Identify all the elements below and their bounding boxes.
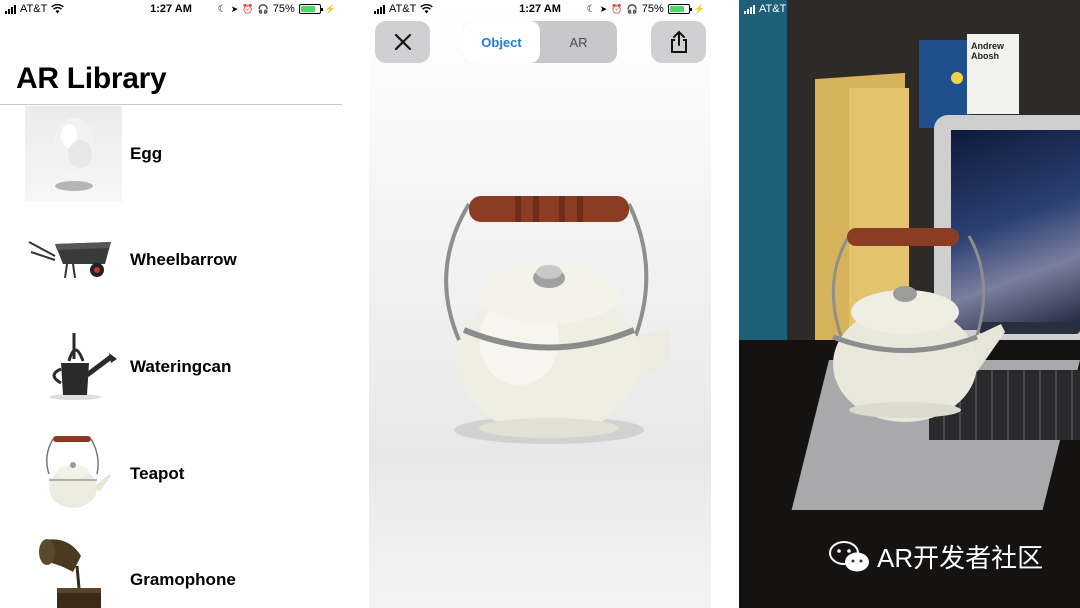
list-item-label: Wheelbarrow (130, 250, 237, 269)
list-item-label: Teapot (130, 464, 185, 483)
list-item-gramophone[interactable]: Gramophone (0, 532, 342, 608)
charging-icon: ⚡ (693, 3, 705, 14)
alarm-icon: ⏰ (242, 3, 254, 14)
wheelbarrow-thumbnail (25, 212, 122, 308)
list-item-egg[interactable]: Egg (0, 106, 342, 202)
view-mode-segmented-control: Object AR (463, 21, 617, 63)
battery-percent: 75% (272, 3, 295, 15)
watering-can-thumbnail (25, 319, 122, 415)
alarm-icon: ⏰ (611, 3, 623, 14)
battery-icon (298, 4, 323, 14)
panel-gap (711, 0, 739, 608)
list-item-teapot[interactable]: Teapot (0, 426, 342, 522)
battery-icon (667, 4, 692, 14)
headphones-icon: 🎧 (257, 3, 269, 14)
status-bar: AT&T 1:27 AM ☾ ➤ ⏰ 🎧 75% ⚡ (369, 0, 711, 20)
moon-icon: ☾ (586, 3, 596, 15)
teapot-ar-model[interactable] (819, 222, 1009, 432)
object-viewer-screen: AT&T 1:27 AM ☾ ➤ ⏰ 🎧 75% ⚡ Object AR (369, 0, 711, 608)
signal-icon (744, 4, 755, 14)
list-item-wateringcan[interactable]: Wateringcan (0, 319, 342, 415)
close-icon (394, 33, 411, 51)
status-bar: AT&T 1:27 AM ☾ ➤ ⏰ 🎧 75% ⚡ (0, 0, 342, 20)
location-icon: ➤ (230, 3, 239, 14)
moon-icon: ☾ (217, 3, 227, 15)
teapot-thumbnail (25, 426, 122, 522)
location-icon: ➤ (599, 3, 608, 14)
gramophone-thumbnail (25, 532, 122, 608)
list-item-wheelbarrow[interactable]: Wheelbarrow (0, 212, 342, 308)
tab-ar[interactable]: AR (540, 21, 617, 63)
ar-camera-view[interactable]: Andrew Abosh AR开发者社区 AT&T (739, 0, 1080, 608)
business-card-name: Andrew Abosh (971, 41, 1005, 61)
share-button[interactable] (651, 21, 706, 63)
wechat-icon (829, 540, 869, 571)
headphones-icon: 🎧 (626, 3, 638, 14)
watermark-text: AR开发者社区 (877, 543, 1044, 573)
list-item-label: Egg (130, 144, 163, 163)
list-item-label: Wateringcan (130, 357, 232, 376)
pushpin (951, 72, 963, 84)
header-divider (0, 104, 342, 105)
close-button[interactable] (375, 21, 430, 63)
teapot-3d-model[interactable] (429, 190, 669, 450)
blue-wall (739, 0, 787, 340)
panel-gap (342, 0, 369, 608)
egg-thumbnail (25, 106, 122, 202)
business-card: Andrew Abosh (967, 34, 1019, 114)
list-item-label: Gramophone (130, 570, 236, 589)
charging-icon: ⚡ (324, 3, 336, 14)
share-icon (670, 30, 687, 53)
ar-library-screen: AT&T 1:27 AM ☾ ➤ ⏰ 🎧 75% ⚡ AR Library Eg… (0, 0, 342, 608)
watermark: AR开发者社区 (829, 538, 1043, 575)
battery-percent: 75% (641, 3, 664, 15)
status-bar: AT&T (739, 0, 1080, 20)
page-title: AR Library (16, 62, 167, 95)
tab-object[interactable]: Object (463, 21, 540, 63)
carrier-label: AT&T (759, 3, 787, 15)
